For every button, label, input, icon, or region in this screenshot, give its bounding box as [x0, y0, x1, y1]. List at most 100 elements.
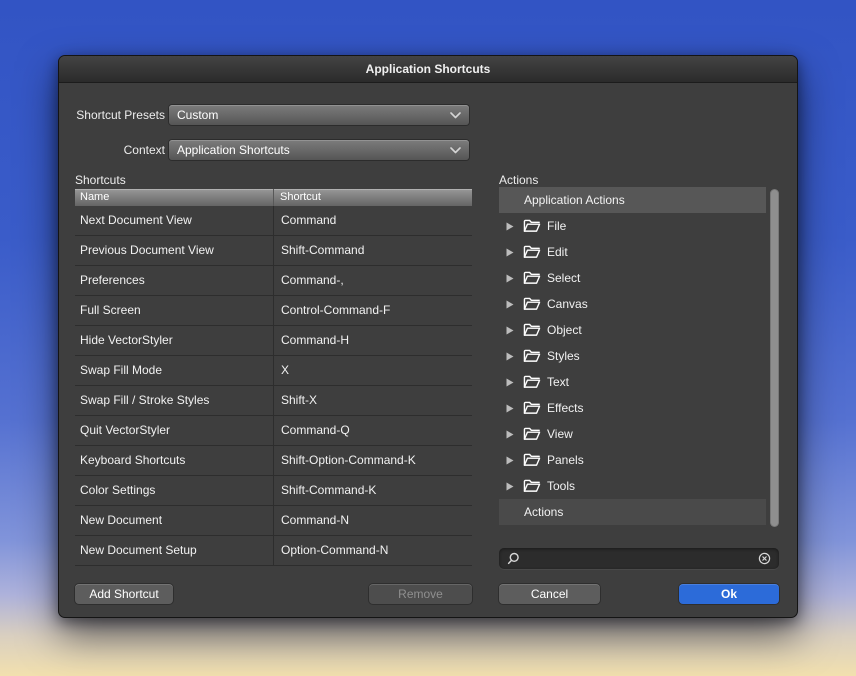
table-row[interactable]: Previous Document View Shift-Command	[75, 236, 472, 266]
folder-label: Edit	[547, 245, 568, 259]
disclosure-triangle-icon[interactable]	[506, 456, 515, 465]
folder-label: File	[547, 219, 566, 233]
scrollbar-thumb[interactable]	[770, 189, 779, 527]
disclosure-triangle-icon[interactable]	[506, 248, 515, 257]
folder-icon	[523, 245, 541, 259]
folder-label: Panels	[547, 453, 584, 467]
window-titlebar[interactable]: Application Shortcuts	[59, 56, 797, 83]
add-shortcut-button[interactable]: Add Shortcut	[75, 584, 173, 604]
shortcut-name-cell: Swap Fill Mode	[75, 356, 274, 385]
column-header-name[interactable]: Name	[75, 189, 274, 206]
disclosure-triangle-icon[interactable]	[506, 404, 515, 413]
shortcut-key-cell: Command-,	[274, 266, 472, 295]
actions-folder-row[interactable]: Edit	[499, 239, 766, 265]
disclosure-triangle-icon[interactable]	[506, 274, 515, 283]
disclosure-triangle-icon[interactable]	[506, 352, 515, 361]
folder-label: Canvas	[547, 297, 588, 311]
table-row[interactable]: Color Settings Shift-Command-K	[75, 476, 472, 506]
shortcut-key-cell: Control-Command-F	[274, 296, 472, 325]
folder-icon	[523, 375, 541, 389]
table-row[interactable]: Keyboard Shortcuts Shift-Option-Command-…	[75, 446, 472, 476]
actions-folder-row[interactable]: Text	[499, 369, 766, 395]
folder-icon	[523, 453, 541, 467]
actions-scrollbar[interactable]	[770, 189, 779, 527]
table-row[interactable]: Swap Fill Mode X	[75, 356, 472, 386]
shortcuts-table-header[interactable]: Name Shortcut	[75, 189, 472, 206]
folder-label: Select	[547, 271, 580, 285]
clear-search-icon[interactable]	[758, 552, 771, 565]
shortcut-key-cell: Option-Command-N	[274, 536, 472, 565]
folder-icon	[523, 219, 541, 233]
actions-folder-row[interactable]: Styles	[499, 343, 766, 369]
table-row[interactable]: Hide VectorStyler Command-H	[75, 326, 472, 356]
folder-label: Object	[547, 323, 582, 337]
actions-group-header[interactable]: Application Actions	[499, 187, 766, 213]
actions-search-field[interactable]	[499, 548, 779, 569]
folder-label: Tools	[547, 479, 575, 493]
table-row[interactable]: Swap Fill / Stroke Styles Shift-X	[75, 386, 472, 416]
shortcut-name-cell: Next Document View	[75, 206, 274, 235]
folder-icon	[523, 297, 541, 311]
cancel-button[interactable]: Cancel	[499, 584, 600, 604]
shortcut-key-cell: Command-H	[274, 326, 472, 355]
shortcut-name-cell: Keyboard Shortcuts	[75, 446, 274, 475]
application-shortcuts-dialog: Application Shortcuts Shortcut Presets C…	[58, 55, 798, 618]
folder-icon	[523, 401, 541, 415]
shortcut-name-cell: Color Settings	[75, 476, 274, 505]
remove-button[interactable]: Remove	[369, 584, 472, 604]
shortcut-key-cell: Shift-Command-K	[274, 476, 472, 505]
disclosure-triangle-icon[interactable]	[506, 222, 515, 231]
folder-label: Text	[547, 375, 569, 389]
shortcut-name-cell: New Document Setup	[75, 536, 274, 565]
shortcut-key-cell: Command	[274, 206, 472, 235]
shortcuts-table-body: Next Document View Command Previous Docu…	[75, 206, 472, 566]
chevron-down-icon	[450, 112, 461, 119]
folder-icon	[523, 323, 541, 337]
chevron-down-icon	[450, 147, 461, 154]
table-row[interactable]: New Document Command-N	[75, 506, 472, 536]
actions-folder-row[interactable]: View	[499, 421, 766, 447]
table-row[interactable]: New Document Setup Option-Command-N	[75, 536, 472, 566]
shortcut-key-cell: Shift-Option-Command-K	[274, 446, 472, 475]
shortcut-name-cell: Hide VectorStyler	[75, 326, 274, 355]
actions-folder-row[interactable]: Panels	[499, 447, 766, 473]
search-input[interactable]	[526, 552, 752, 566]
shortcut-name-cell: Swap Fill / Stroke Styles	[75, 386, 274, 415]
shortcut-name-cell: New Document	[75, 506, 274, 535]
search-icon	[507, 552, 520, 565]
actions-group-footer[interactable]: Actions	[499, 499, 766, 525]
actions-section-label: Actions	[499, 173, 538, 187]
shortcut-key-cell: Command-Q	[274, 416, 472, 445]
shortcut-presets-dropdown[interactable]: Custom	[169, 105, 469, 125]
actions-folder-row[interactable]: Select	[499, 265, 766, 291]
actions-folder-row[interactable]: File	[499, 213, 766, 239]
disclosure-triangle-icon[interactable]	[506, 300, 515, 309]
context-label: Context	[59, 140, 165, 160]
actions-folder-row[interactable]: Object	[499, 317, 766, 343]
context-value: Application Shortcuts	[177, 143, 290, 157]
shortcut-name-cell: Preferences	[75, 266, 274, 295]
actions-folder-row[interactable]: Effects	[499, 395, 766, 421]
column-header-shortcut[interactable]: Shortcut	[274, 189, 472, 206]
table-row[interactable]: Full Screen Control-Command-F	[75, 296, 472, 326]
context-dropdown[interactable]: Application Shortcuts	[169, 140, 469, 160]
shortcut-name-cell: Quit VectorStyler	[75, 416, 274, 445]
actions-folder-row[interactable]: Tools	[499, 473, 766, 499]
folder-icon	[523, 427, 541, 441]
table-row[interactable]: Preferences Command-,	[75, 266, 472, 296]
shortcut-name-cell: Full Screen	[75, 296, 274, 325]
folder-icon	[523, 349, 541, 363]
disclosure-triangle-icon[interactable]	[506, 430, 515, 439]
table-row[interactable]: Quit VectorStyler Command-Q	[75, 416, 472, 446]
shortcut-presets-value: Custom	[177, 108, 218, 122]
disclosure-triangle-icon[interactable]	[506, 378, 515, 387]
disclosure-triangle-icon[interactable]	[506, 482, 515, 491]
folder-label: Styles	[547, 349, 580, 363]
shortcut-key-cell: Shift-X	[274, 386, 472, 415]
disclosure-triangle-icon[interactable]	[506, 326, 515, 335]
actions-folder-row[interactable]: Canvas	[499, 291, 766, 317]
folder-icon	[523, 479, 541, 493]
ok-button[interactable]: Ok	[679, 584, 779, 604]
shortcut-name-cell: Previous Document View	[75, 236, 274, 265]
table-row[interactable]: Next Document View Command	[75, 206, 472, 236]
